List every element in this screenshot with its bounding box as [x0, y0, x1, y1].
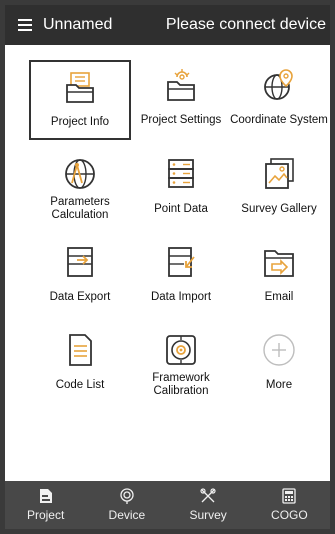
nav-survey[interactable]: Survey	[168, 481, 249, 529]
tile-label: Code List	[55, 378, 105, 391]
tile-survey-gallery[interactable]: Survey Gallery	[228, 149, 330, 229]
tile-project-settings[interactable]: Project Settings	[130, 60, 232, 140]
folder-info-icon	[63, 70, 97, 104]
tile-point-data[interactable]: Point Data	[130, 149, 232, 229]
document-list-icon	[63, 333, 97, 367]
tile-label: Coordinate System	[230, 113, 328, 126]
nav-cogo[interactable]: COGO	[249, 481, 330, 529]
tile-label: Email	[264, 290, 294, 303]
tile-label: Data Export	[49, 290, 111, 303]
folder-settings-icon	[164, 68, 198, 102]
tile-label: Point Data	[154, 202, 208, 215]
tile-coordinate-system[interactable]: Coordinate System	[228, 60, 330, 140]
survey-icon	[200, 488, 216, 503]
gallery-icon	[262, 157, 296, 191]
menu-button[interactable]	[11, 5, 39, 45]
nav-label: Survey	[189, 508, 227, 522]
tile-data-export[interactable]: Data Export	[29, 237, 131, 317]
app-header: Unnamed Please connect device	[5, 5, 330, 45]
connection-status[interactable]: Please connect device	[166, 16, 326, 34]
folder-send-icon	[262, 245, 296, 279]
tile-parameters-calculation[interactable]: Parameters Calculation	[29, 149, 131, 229]
hamburger-icon	[18, 19, 32, 31]
data-export-icon	[63, 245, 97, 279]
tile-more[interactable]: More	[228, 325, 330, 405]
target-icon	[164, 333, 198, 367]
calculator-icon	[282, 488, 297, 504]
nav-label: Project	[26, 508, 65, 522]
tile-label: More	[265, 378, 293, 391]
bottom-nav: Project Device Survey COGO	[5, 481, 330, 529]
tile-label: Project Settings	[140, 113, 222, 126]
project-icon	[39, 489, 52, 503]
tile-label: Data Import	[150, 290, 212, 303]
globe-compass-icon	[63, 157, 97, 191]
tile-data-import[interactable]: Data Import	[130, 237, 232, 317]
data-import-icon	[164, 245, 198, 279]
tile-label: Framework Calibration	[152, 372, 210, 397]
plus-circle-icon	[262, 333, 296, 367]
project-title: Unnamed	[43, 16, 113, 33]
tile-email[interactable]: Email	[228, 237, 330, 317]
tile-label: Survey Gallery	[241, 202, 317, 215]
nav-project[interactable]: Project	[5, 481, 86, 529]
nav-label: COGO	[271, 508, 308, 522]
tile-code-list[interactable]: Code List	[29, 325, 131, 405]
tile-label: Project Info	[50, 115, 110, 128]
globe-pin-icon	[262, 68, 296, 102]
tile-label: Parameters Calculation	[50, 196, 110, 221]
database-icon	[164, 157, 198, 191]
app-window: Unnamed Please connect device Project In…	[5, 5, 330, 529]
nav-device[interactable]: Device	[86, 481, 167, 529]
device-icon	[120, 488, 134, 504]
tile-framework-calibration[interactable]: Framework Calibration	[130, 325, 232, 405]
nav-label: Device	[108, 508, 146, 522]
tile-project-info[interactable]: Project Info	[29, 60, 131, 140]
